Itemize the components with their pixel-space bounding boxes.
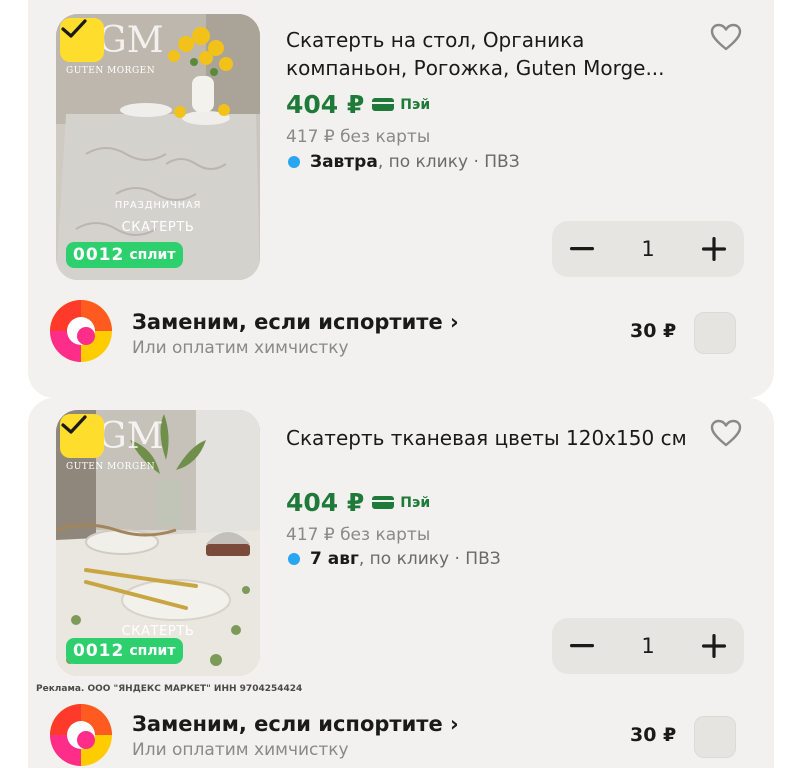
price: 404 ₽ <box>286 488 365 517</box>
insurance-title: Заменим, если испортите <box>132 310 443 334</box>
item-select-checkbox[interactable] <box>60 414 104 458</box>
decrease-quantity-button[interactable] <box>552 221 612 277</box>
split-number: 0012 <box>73 245 125 265</box>
delivery-info: Завтра , по клику · ПВЗ <box>286 152 520 172</box>
quantity-value: 1 <box>641 634 655 658</box>
decrease-quantity-button[interactable] <box>552 618 612 674</box>
ad-disclaimer: Реклама. ООО "ЯНДЕКС МАРКЕТ" ИНН 9704254… <box>36 684 303 694</box>
delivery-method: , по клику · ПВЗ <box>377 152 520 172</box>
pay-label: Пэй <box>400 494 431 511</box>
product-image[interactable]: GM GUTEN MORGEN ПРАЗДНИЧНАЯ СКАТЕРТЬ 001… <box>56 14 260 280</box>
insurance-title-link[interactable]: Заменим, если испортите › <box>132 310 459 334</box>
brand-name: GUTEN MORGEN <box>66 66 156 76</box>
cart-item-card: GM GUTEN MORGEN СКАТЕРТЬ 0012 сплит Скат… <box>28 398 774 768</box>
delivery-dot-icon <box>288 553 300 565</box>
plus-icon <box>702 634 726 658</box>
split-label: сплит <box>129 643 176 659</box>
check-icon <box>61 415 87 434</box>
price-without-card: 417 ₽ без карты <box>286 525 431 545</box>
insurance-title: Заменим, если испортите <box>132 712 443 736</box>
product-title[interactable]: Скатерть на стол, Органика компаньон, Ро… <box>286 26 696 82</box>
minus-icon <box>570 644 594 648</box>
insurance-logo-icon <box>50 300 112 362</box>
chevron-right-icon: › <box>450 310 459 334</box>
favorite-button[interactable] <box>708 20 744 54</box>
brand-name: GUTEN MORGEN <box>66 462 156 472</box>
delivery-date: 7 авг <box>310 549 359 569</box>
insurance-price: 30 ₽ <box>630 320 677 342</box>
split-badge: 0012 сплит <box>66 242 184 268</box>
delivery-date: Завтра <box>310 152 378 172</box>
insurance-price: 30 ₽ <box>630 724 677 746</box>
quantity-stepper: 1 <box>552 618 744 674</box>
product-title[interactable]: Скатерть тканевая цветы 120х150 см <box>286 424 696 452</box>
card-icon <box>372 98 395 111</box>
split-badge: 0012 сплит <box>66 638 184 664</box>
price: 404 ₽ <box>286 90 365 119</box>
price-without-card: 417 ₽ без карты <box>286 127 431 147</box>
item-select-checkbox[interactable] <box>60 18 104 62</box>
insurance-title-link[interactable]: Заменим, если испортите › <box>132 712 459 736</box>
cart-item-card: GM GUTEN MORGEN ПРАЗДНИЧНАЯ СКАТЕРТЬ 001… <box>28 0 774 398</box>
insurance-checkbox[interactable] <box>694 716 736 758</box>
increase-quantity-button[interactable] <box>684 618 744 674</box>
split-label: сплит <box>129 247 176 263</box>
quantity-value: 1 <box>641 237 655 261</box>
cart-page: GM GUTEN MORGEN ПРАЗДНИЧНАЯ СКАТЕРТЬ 001… <box>0 0 804 768</box>
heart-icon <box>710 23 742 51</box>
product-image[interactable]: GM GUTEN MORGEN СКАТЕРТЬ 0012 сплит <box>56 410 260 676</box>
pay-label: Пэй <box>400 96 431 113</box>
thumb-caption-line2: СКАТЕРТЬ <box>121 220 195 235</box>
favorite-button[interactable] <box>708 416 744 450</box>
delivery-dot-icon <box>288 156 300 168</box>
quantity-stepper: 1 <box>552 221 744 277</box>
brand-logo: GM <box>98 20 164 61</box>
insurance-checkbox[interactable] <box>694 312 736 354</box>
price-row: 404 ₽ Пэй <box>286 90 430 119</box>
price-row: 404 ₽ Пэй <box>286 488 430 517</box>
check-icon <box>61 19 87 38</box>
heart-icon <box>710 419 742 447</box>
insurance-subtitle: Или оплатим химчистку <box>132 338 349 358</box>
delivery-method: , по клику · ПВЗ <box>358 549 501 569</box>
minus-icon <box>570 247 594 251</box>
plus-icon <box>702 237 726 261</box>
thumb-caption-line2: СКАТЕРТЬ <box>121 624 195 639</box>
thumb-caption-line1: ПРАЗДНИЧНАЯ <box>114 200 202 211</box>
split-number: 0012 <box>73 641 125 661</box>
increase-quantity-button[interactable] <box>684 221 744 277</box>
chevron-right-icon: › <box>450 712 459 736</box>
brand-logo: GM <box>98 416 164 457</box>
insurance-logo-icon <box>50 704 112 766</box>
card-icon <box>372 496 395 509</box>
insurance-subtitle: Или оплатим химчистку <box>132 740 349 760</box>
delivery-info: 7 авг , по клику · ПВЗ <box>286 549 501 569</box>
